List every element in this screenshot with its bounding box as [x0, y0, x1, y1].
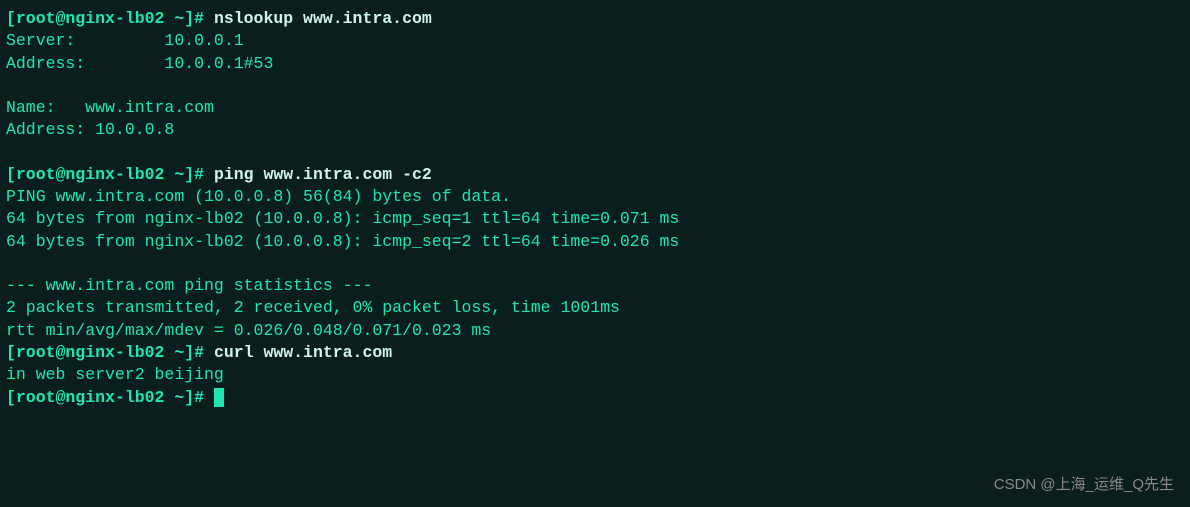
ping-stats-header: --- www.intra.com ping statistics ---	[6, 276, 372, 295]
ping-header: PING www.intra.com (10.0.0.8) 56(84) byt…	[6, 187, 511, 206]
prompt-line-1: [root@nginx-lb02 ~]# nslookup www.intra.…	[6, 9, 432, 28]
prompt: [root@nginx-lb02 ~]#	[6, 9, 214, 28]
command-ping: ping www.intra.com -c2	[214, 165, 432, 184]
prompt: [root@nginx-lb02 ~]#	[6, 165, 214, 184]
prompt-line-4: [root@nginx-lb02 ~]#	[6, 388, 224, 407]
prompt-line-3: [root@nginx-lb02 ~]# curl www.intra.com	[6, 343, 392, 362]
prompt-line-2: [root@nginx-lb02 ~]# ping www.intra.com …	[6, 165, 432, 184]
command-curl: curl www.intra.com	[214, 343, 392, 362]
nslookup-server: Server: 10.0.0.1	[6, 31, 244, 50]
terminal-output[interactable]: [root@nginx-lb02 ~]# nslookup www.intra.…	[6, 8, 1184, 409]
curl-output: in web server2 beijing	[6, 365, 224, 384]
ping-reply-1: 64 bytes from nginx-lb02 (10.0.0.8): icm…	[6, 209, 679, 228]
command-nslookup: nslookup www.intra.com	[214, 9, 432, 28]
prompt: [root@nginx-lb02 ~]#	[6, 343, 214, 362]
ping-stats-2: rtt min/avg/max/mdev = 0.026/0.048/0.071…	[6, 321, 491, 340]
nslookup-address: Address: 10.0.0.1#53	[6, 54, 273, 73]
nslookup-name: Name: www.intra.com	[6, 98, 214, 117]
ping-stats-1: 2 packets transmitted, 2 received, 0% pa…	[6, 298, 620, 317]
watermark-text: CSDN @上海_运维_Q先生	[994, 475, 1174, 495]
ping-reply-2: 64 bytes from nginx-lb02 (10.0.0.8): icm…	[6, 232, 679, 251]
prompt: [root@nginx-lb02 ~]#	[6, 388, 214, 407]
cursor-icon	[214, 388, 224, 407]
nslookup-addr: Address: 10.0.0.8	[6, 120, 174, 139]
